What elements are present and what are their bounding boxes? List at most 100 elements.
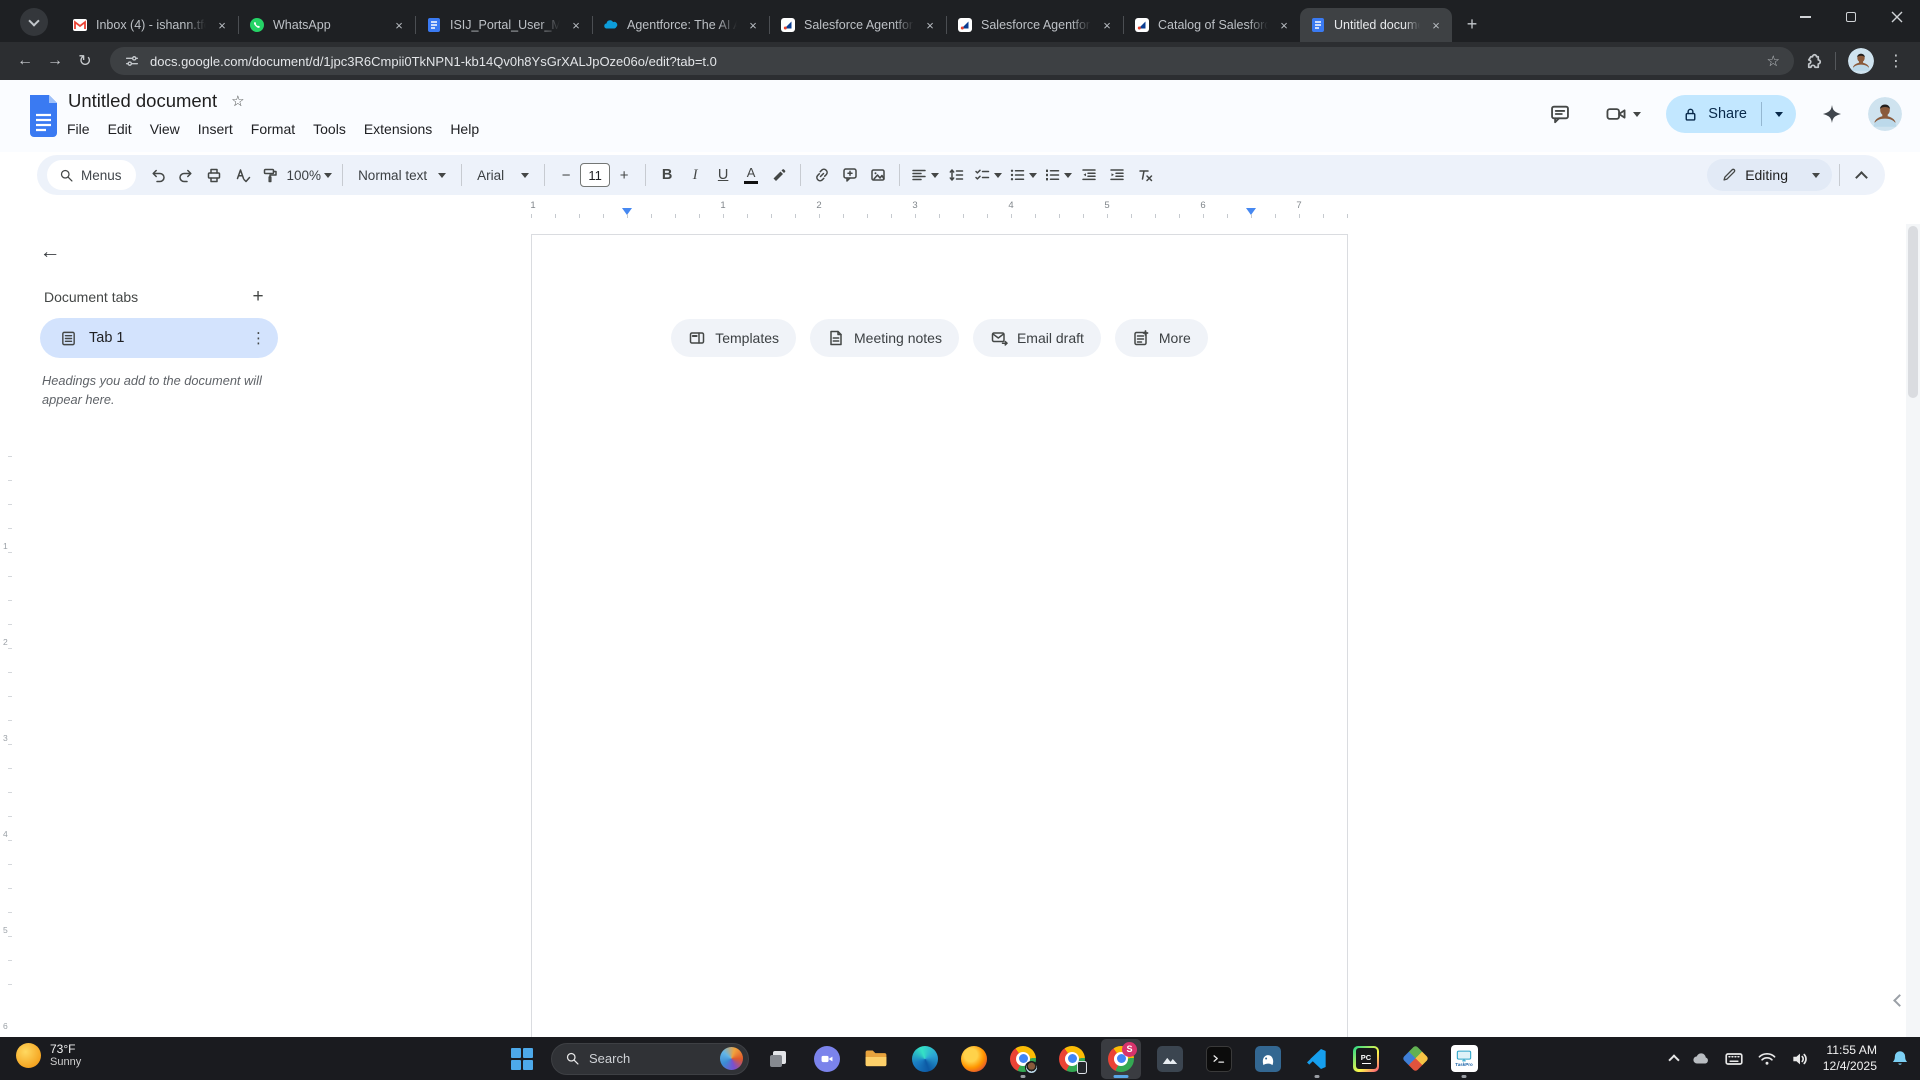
share-main[interactable]: Share xyxy=(1666,106,1761,123)
paragraph-style-select[interactable]: Normal text xyxy=(350,160,454,190)
insert-link-button[interactable] xyxy=(808,160,836,190)
more-templates-chip[interactable]: More xyxy=(1115,319,1208,357)
tab-close-icon[interactable]: × xyxy=(1099,17,1115,33)
doc-tab-item-selected[interactable]: Tab 1 ⋮ xyxy=(40,318,278,358)
tab-close-icon[interactable]: × xyxy=(922,17,938,33)
new-tab-button[interactable]: + xyxy=(1458,10,1486,38)
spellcheck-button[interactable] xyxy=(228,160,256,190)
chat-app-button[interactable] xyxy=(807,1039,847,1079)
tab-close-icon[interactable]: × xyxy=(1428,17,1444,33)
undo-button[interactable] xyxy=(144,160,172,190)
tab-close-icon[interactable]: × xyxy=(1276,17,1292,33)
address-bar[interactable]: docs.google.com/document/d/1jpc3R6Cmpii0… xyxy=(110,47,1794,75)
print-button[interactable] xyxy=(200,160,228,190)
chrome-profile-1-button[interactable] xyxy=(1003,1039,1043,1079)
window-minimize-button[interactable] xyxy=(1782,0,1828,34)
tab-close-icon[interactable]: × xyxy=(568,17,584,33)
underline-button[interactable]: U xyxy=(709,160,737,190)
increase-indent-button[interactable] xyxy=(1103,160,1131,190)
browser-tab-whatsapp[interactable]: WhatsApp × xyxy=(239,8,415,42)
tab-options-kebab-icon[interactable]: ⋮ xyxy=(251,329,266,347)
terminal-button[interactable] xyxy=(1199,1039,1239,1079)
comment-history-button[interactable] xyxy=(1540,94,1580,134)
browser-tab-catalog[interactable]: Catalog of Salesforce Cou × xyxy=(1124,8,1300,42)
meet-button[interactable] xyxy=(1596,94,1650,134)
menu-extensions[interactable]: Extensions xyxy=(355,118,441,140)
close-tabs-panel-button[interactable]: ← xyxy=(30,232,70,272)
browser-tab-active-untitled-document[interactable]: Untitled document - Goo × xyxy=(1300,8,1452,42)
paint-format-button[interactable] xyxy=(256,160,284,190)
pycharm-button[interactable]: PC xyxy=(1346,1039,1386,1079)
vscode-button[interactable] xyxy=(1297,1039,1337,1079)
onedrive-button[interactable] xyxy=(1691,1049,1711,1069)
italic-button[interactable]: I xyxy=(681,160,709,190)
weather-widget[interactable]: 73°F Sunny xyxy=(16,1042,81,1068)
gemini-button[interactable] xyxy=(1812,94,1852,134)
back-button[interactable]: ← xyxy=(10,46,40,76)
font-size-field[interactable]: 11 xyxy=(580,163,610,187)
highlight-color-button[interactable] xyxy=(765,160,793,190)
increase-font-size-button[interactable]: + xyxy=(610,160,638,190)
menu-format[interactable]: Format xyxy=(242,118,304,140)
tab-close-icon[interactable]: × xyxy=(214,17,230,33)
browser-profile-avatar[interactable] xyxy=(1848,48,1874,74)
templates-chip[interactable]: Templates xyxy=(671,319,796,357)
browser-menu-button[interactable]: ⋮ xyxy=(1886,46,1906,76)
window-close-button[interactable] xyxy=(1874,0,1920,34)
tab-close-icon[interactable]: × xyxy=(745,17,761,33)
document-title[interactable]: Untitled document xyxy=(68,90,217,112)
site-settings-icon[interactable] xyxy=(124,53,140,69)
chrome-active-button[interactable]: S xyxy=(1101,1039,1141,1079)
touch-keyboard-button[interactable] xyxy=(1724,1049,1744,1069)
taskpro-button[interactable]: TaskPro xyxy=(1444,1039,1484,1079)
redo-button[interactable] xyxy=(172,160,200,190)
extensions-icon[interactable] xyxy=(1804,52,1823,71)
vertical-scrollbar[interactable] xyxy=(1906,224,1920,1037)
clock-widget[interactable]: 11:55 AM 12/4/2025 xyxy=(1823,1043,1877,1075)
scrollbar-thumb[interactable] xyxy=(1908,226,1918,398)
bing-daily-image-icon[interactable] xyxy=(720,1047,743,1070)
bookmark-star-icon[interactable]: ☆ xyxy=(1767,52,1780,70)
google-docs-logo[interactable] xyxy=(28,95,59,142)
left-indent-marker[interactable] xyxy=(622,208,632,220)
start-button[interactable] xyxy=(502,1039,542,1079)
numbered-list-button[interactable] xyxy=(1040,160,1075,190)
file-explorer-button[interactable] xyxy=(856,1039,896,1079)
window-maximize-button[interactable] xyxy=(1828,0,1874,34)
edge-button[interactable] xyxy=(905,1039,945,1079)
wifi-button[interactable] xyxy=(1757,1049,1777,1069)
menu-tools[interactable]: Tools xyxy=(304,118,355,140)
menu-insert[interactable]: Insert xyxy=(189,118,242,140)
menu-help[interactable]: Help xyxy=(441,118,488,140)
menu-view[interactable]: View xyxy=(141,118,189,140)
clear-formatting-button[interactable] xyxy=(1131,160,1159,190)
menu-file[interactable]: File xyxy=(58,118,99,140)
forward-button[interactable]: → xyxy=(40,46,70,76)
editing-mode-select[interactable]: Editing xyxy=(1707,159,1832,191)
url-text[interactable]: docs.google.com/document/d/1jpc3R6Cmpii0… xyxy=(150,54,1757,69)
decrease-indent-button[interactable] xyxy=(1075,160,1103,190)
account-avatar[interactable] xyxy=(1868,97,1902,131)
star-document-icon[interactable]: ☆ xyxy=(231,92,244,110)
browser-tab-salesforce-2[interactable]: Salesforce Agentforce AI S × xyxy=(947,8,1123,42)
media-viewer-button[interactable] xyxy=(1150,1039,1190,1079)
notifications-button[interactable] xyxy=(1890,1049,1910,1069)
browser-tab-salesforce-1[interactable]: Salesforce Agentforce AI S × xyxy=(770,8,946,42)
volume-button[interactable] xyxy=(1790,1049,1810,1069)
meeting-notes-chip[interactable]: Meeting notes xyxy=(810,319,959,357)
line-spacing-button[interactable] xyxy=(942,160,970,190)
taskbar-search[interactable]: Search xyxy=(551,1043,749,1075)
task-view-button[interactable] xyxy=(758,1039,798,1079)
tab-close-icon[interactable]: × xyxy=(391,17,407,33)
text-color-button[interactable]: A xyxy=(737,160,765,190)
checklist-button[interactable] xyxy=(970,160,1005,190)
chrome-profile-2-button[interactable] xyxy=(1052,1039,1092,1079)
bulleted-list-button[interactable] xyxy=(1005,160,1040,190)
browser-tab-agentforce[interactable]: Agentforce: The AI Agent × xyxy=(593,8,769,42)
document-page[interactable]: Templates Meeting notes Email draft More xyxy=(531,234,1348,1037)
add-tab-button[interactable]: + xyxy=(244,286,272,308)
insert-image-button[interactable] xyxy=(864,160,892,190)
share-dropdown[interactable] xyxy=(1762,107,1796,121)
hidden-icons-button[interactable] xyxy=(1670,1053,1678,1064)
browser-tab-gmail[interactable]: Inbox (4) - ishann.tforce@ × xyxy=(62,8,238,42)
